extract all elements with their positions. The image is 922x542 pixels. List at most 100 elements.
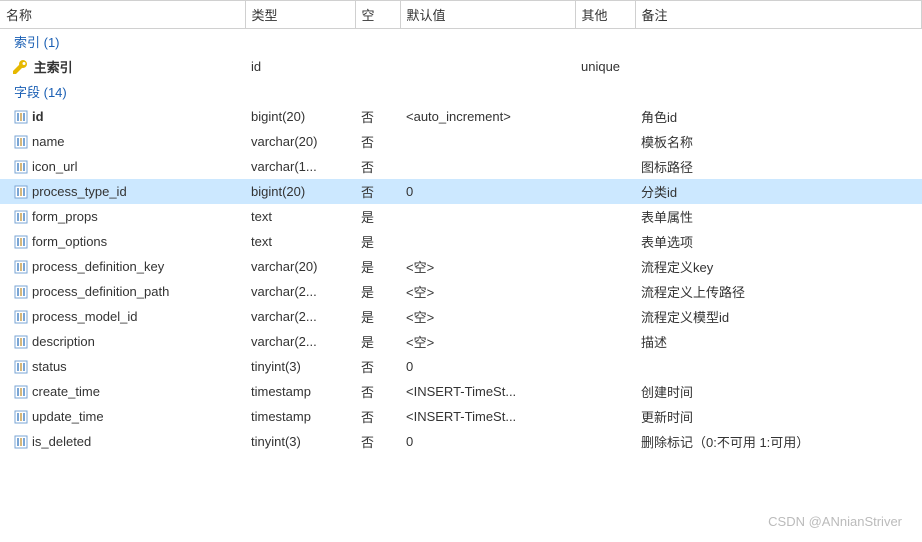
field-null: 否 xyxy=(355,179,400,204)
table-row[interactable]: form_options text是 表单选项 xyxy=(0,229,922,254)
field-type: timestamp xyxy=(245,379,355,404)
field-other xyxy=(575,204,635,229)
field-type: varchar(1... xyxy=(245,154,355,179)
field-name: process_model_id xyxy=(32,310,138,325)
field-remark: 流程定义上传路径 xyxy=(635,279,922,304)
field-other xyxy=(575,429,635,454)
field-type: varchar(20) xyxy=(245,254,355,279)
column-icon xyxy=(14,435,28,449)
field-default: <空> xyxy=(400,254,575,279)
header-null[interactable]: 空 xyxy=(355,1,400,29)
table-row[interactable]: idbigint(20)否<auto_increment>角色id xyxy=(0,104,922,129)
table-row[interactable]: icon_urlvarchar(1...否图标路径 xyxy=(0,154,922,179)
field-type: tinyint(3) xyxy=(245,354,355,379)
field-type: text xyxy=(245,204,355,229)
key-icon xyxy=(12,59,28,75)
header-other[interactable]: 其他 xyxy=(575,1,635,29)
field-remark: 更新时间 xyxy=(635,404,922,429)
column-icon xyxy=(14,210,28,224)
field-other xyxy=(575,229,635,254)
field-name: icon_url xyxy=(32,160,78,175)
field-name: form_options xyxy=(32,235,107,250)
group-fields[interactable]: 字段 (14) xyxy=(0,79,922,104)
field-type: varchar(2... xyxy=(245,279,355,304)
group-index-label: 索引 (1) xyxy=(6,35,60,50)
table-row[interactable]: create_time timestamp否<INSERT-TimeSt... 创建… xyxy=(0,379,922,404)
group-index[interactable]: 索引 (1) xyxy=(0,29,922,55)
field-name: name xyxy=(32,135,65,150)
column-icon xyxy=(14,385,28,399)
field-remark: 删除标记（0:不可用 1:可用） xyxy=(635,429,922,454)
field-remark: 表单选项 xyxy=(635,229,922,254)
field-remark: 流程定义key xyxy=(635,254,922,279)
field-default xyxy=(400,154,575,179)
field-null: 是 xyxy=(355,304,400,329)
field-name: process_definition_path xyxy=(32,285,169,300)
field-other xyxy=(575,179,635,204)
field-default: 0 xyxy=(400,429,575,454)
field-type: varchar(2... xyxy=(245,304,355,329)
field-other xyxy=(575,354,635,379)
field-name: process_type_id xyxy=(32,185,127,200)
field-other xyxy=(575,379,635,404)
field-remark xyxy=(635,354,922,379)
column-icon xyxy=(14,310,28,324)
column-icon xyxy=(14,235,28,249)
field-type: text xyxy=(245,229,355,254)
table-row[interactable]: update_timetimestamp否<INSERT-TimeSt...更新… xyxy=(0,404,922,429)
field-type: timestamp xyxy=(245,404,355,429)
watermark-text: CSDN @ANnianStriver xyxy=(768,514,902,529)
field-null: 是 xyxy=(355,204,400,229)
primary-index-other: unique xyxy=(575,54,635,79)
field-other xyxy=(575,404,635,429)
field-name: create_time xyxy=(32,385,100,400)
header-name[interactable]: 名称 xyxy=(0,1,245,29)
field-remark: 描述 xyxy=(635,329,922,354)
field-other xyxy=(575,329,635,354)
group-fields-label: 字段 (14) xyxy=(6,85,67,100)
table-row[interactable]: statustinyint(3)否0 xyxy=(0,354,922,379)
field-remark: 分类id xyxy=(635,179,922,204)
primary-index-type: id xyxy=(245,54,355,79)
field-other xyxy=(575,279,635,304)
field-name: process_definition_key xyxy=(32,260,164,275)
primary-index-row[interactable]: 主索引 id unique xyxy=(0,54,922,79)
column-icon xyxy=(14,260,28,274)
table-row[interactable]: process_type_idbigint(20)否0分类id xyxy=(0,179,922,204)
field-remark: 流程定义模型id xyxy=(635,304,922,329)
field-other xyxy=(575,254,635,279)
field-null: 否 xyxy=(355,104,400,129)
field-type: tinyint(3) xyxy=(245,429,355,454)
field-null: 是 xyxy=(355,254,400,279)
field-default: <INSERT-TimeSt... xyxy=(400,379,575,404)
table-row[interactable]: descriptionvarchar(2...是<空>描述 xyxy=(0,329,922,354)
field-type: varchar(2... xyxy=(245,329,355,354)
field-null: 是 xyxy=(355,229,400,254)
field-name: description xyxy=(32,335,95,350)
header-default[interactable]: 默认值 xyxy=(400,1,575,29)
column-icon xyxy=(14,335,28,349)
column-icon xyxy=(14,360,28,374)
header-remark[interactable]: 备注 xyxy=(635,1,922,29)
field-null: 否 xyxy=(355,129,400,154)
field-name: update_time xyxy=(32,410,104,425)
field-null: 是 xyxy=(355,329,400,354)
field-null: 否 xyxy=(355,379,400,404)
field-null: 是 xyxy=(355,279,400,304)
field-name: is_deleted xyxy=(32,435,91,450)
table-row[interactable]: process_definition_key varchar(20)是<空> 流程定… xyxy=(0,254,922,279)
header-type[interactable]: 类型 xyxy=(245,1,355,29)
field-type: bigint(20) xyxy=(245,179,355,204)
table-row[interactable]: process_model_idvarchar(2...是<空>流程定义模型id xyxy=(0,304,922,329)
field-other xyxy=(575,304,635,329)
field-remark: 创建时间 xyxy=(635,379,922,404)
column-icon xyxy=(14,410,28,424)
table-row[interactable]: namevarchar(20)否模板名称 xyxy=(0,129,922,154)
table-row[interactable]: process_definition_pathvarchar(2...是<空>流… xyxy=(0,279,922,304)
field-other xyxy=(575,104,635,129)
field-default: 0 xyxy=(400,354,575,379)
column-icon xyxy=(14,160,28,174)
primary-index-name: 主索引 xyxy=(34,60,73,75)
table-row[interactable]: form_propstext是表单属性 xyxy=(0,204,922,229)
table-row[interactable]: is_deletedtinyint(3)否0删除标记（0:不可用 1:可用） xyxy=(0,429,922,454)
